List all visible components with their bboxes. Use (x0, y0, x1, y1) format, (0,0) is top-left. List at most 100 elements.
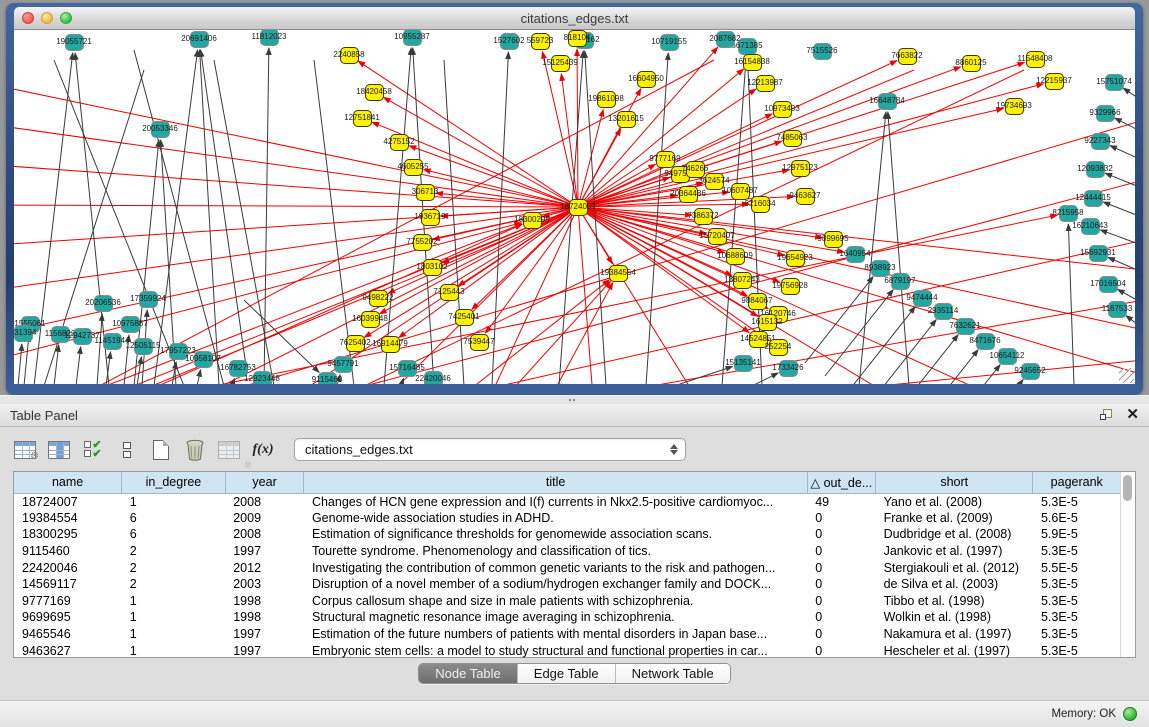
table-select[interactable]: citations_edges.txt (294, 438, 686, 461)
graph-node[interactable]: 7632621 (956, 318, 975, 335)
graph-node[interactable]: 9457791 (334, 356, 353, 373)
table-row[interactable]: 946554611997Estimation of the future num… (14, 626, 1120, 643)
table-row[interactable]: 946362711997Embryonic stem cells: a mode… (14, 642, 1120, 659)
zoom-window-icon[interactable] (60, 12, 72, 24)
column-header[interactable]: year (225, 472, 304, 493)
graph-node[interactable]: 9498222 (369, 290, 388, 307)
graph-node[interactable]: 20206536 (94, 295, 113, 312)
graph-node[interactable]: 3624574 (705, 173, 724, 190)
graph-node[interactable]: 7755202 (413, 234, 432, 251)
graph-node[interactable]: 12942737 (73, 328, 92, 345)
graph-node[interactable]: 7515526 (813, 43, 832, 60)
row-stack-icon[interactable] (110, 435, 144, 465)
close-window-icon[interactable] (22, 12, 34, 24)
graph-node[interactable]: 10958107 (194, 351, 213, 368)
graph-node[interactable]: 1615132 (758, 314, 777, 331)
graph-node[interactable]: 16648784 (878, 93, 897, 110)
graph-node[interactable]: 10975887 (121, 316, 140, 333)
graph-node[interactable]: 306713 (416, 184, 435, 201)
delete-icon[interactable] (178, 435, 212, 465)
graph-node[interactable]: 6216034 (751, 196, 770, 213)
splitter-grip-icon[interactable] (568, 398, 576, 403)
graph-node[interactable]: 15751074 (1105, 74, 1124, 91)
graph-node[interactable]: 20691406 (190, 31, 209, 48)
graph-node[interactable]: 16154838 (743, 54, 762, 71)
graph-node[interactable]: 15720407 (708, 228, 727, 245)
graph-node[interactable]: 15125439 (551, 55, 570, 72)
graph-node[interactable]: 22420046 (424, 371, 443, 385)
graph-node[interactable]: 1640954 (846, 246, 865, 263)
graph-node[interactable]: 10654112 (998, 348, 1017, 365)
tab-node-table[interactable]: Node Table (419, 664, 518, 683)
graph-node[interactable]: 17016504 (1099, 276, 1118, 293)
graph-node[interactable]: 20053346 (151, 121, 170, 138)
graph-node[interactable]: 9463627 (796, 188, 815, 205)
table-scrollbar[interactable] (1120, 472, 1134, 657)
graph-node[interactable]: 7425401 (455, 309, 474, 326)
column-header[interactable]: △ out_de... (807, 472, 875, 493)
table-row[interactable]: 977716911998Corpus callosum shape and si… (14, 593, 1120, 610)
graph-node[interactable]: 19734693 (1005, 98, 1024, 115)
graph-node[interactable]: 12093832 (1086, 161, 1105, 178)
graph-node[interactable]: 2240858 (340, 47, 359, 64)
graph-node[interactable]: 19756928 (781, 278, 800, 295)
graph-node[interactable]: 9329966 (1096, 105, 1115, 122)
graph-node[interactable]: 19654923 (786, 250, 805, 267)
select-columns-icon[interactable]: ✔✔ (76, 435, 110, 465)
graph-node[interactable]: 9115460 (318, 372, 337, 385)
graph-node[interactable]: 10607487 (731, 183, 750, 200)
graph-node[interactable]: 13201615 (617, 111, 636, 128)
table-row[interactable]: 1830029562008Estimation of significance … (14, 526, 1120, 543)
graph-node[interactable]: 7386372 (694, 208, 713, 225)
graph-node[interactable]: 15692931 (1089, 245, 1108, 262)
table-row[interactable]: 2242004622012Investigating the contribut… (14, 559, 1120, 576)
graph-node[interactable]: 7625402 (346, 335, 365, 352)
tab-edge-table[interactable]: Edge Table (518, 664, 616, 683)
graph-node[interactable]: 1167533 (1108, 301, 1127, 318)
graph-node[interactable]: 12444415 (1084, 190, 1103, 207)
graph-node[interactable]: 19055721 (65, 34, 84, 51)
graph-node[interactable]: 8471676 (976, 333, 995, 350)
graph-node[interactable]: 9474444 (913, 290, 932, 307)
graph-node[interactable]: 8860125 (962, 55, 981, 72)
table-row[interactable]: 911546021997Tourette syndrome. Phenomeno… (14, 543, 1120, 560)
graph-node[interactable]: 11451944 (103, 333, 122, 350)
graph-node[interactable]: 16039948 (361, 311, 380, 328)
graph-node[interactable]: 16210643 (1081, 218, 1100, 235)
show-column-icon[interactable] (42, 435, 76, 465)
column-header[interactable]: in_degree (122, 472, 226, 493)
new-file-icon[interactable] (144, 435, 178, 465)
memory-status-icon[interactable] (1123, 707, 1137, 721)
graph-node[interactable]: 12975123 (791, 160, 810, 177)
graph-node[interactable]: 10973493 (773, 101, 792, 118)
graph-node[interactable]: 1936719 (421, 209, 440, 226)
graph-node[interactable]: 11548408 (1026, 51, 1045, 68)
table-row[interactable]: 1938455462009Genome-wide association stu… (14, 510, 1120, 527)
graph-node[interactable]: 9884067 (748, 293, 767, 310)
graph-node[interactable]: 19861098 (597, 91, 616, 108)
resize-grip-icon[interactable] (1119, 368, 1134, 383)
scrollbar-thumb[interactable] (1123, 475, 1132, 501)
panel-splitter[interactable] (0, 395, 1149, 404)
graph-node[interactable]: 12751841 (353, 110, 372, 127)
graph-node[interactable]: 9245652 (1021, 363, 1040, 380)
graph-node[interactable]: 331394 (14, 325, 33, 342)
column-header[interactable]: pagerank (1033, 472, 1120, 493)
float-panel-icon[interactable] (1100, 409, 1114, 422)
graph-node[interactable]: 11812023 (260, 30, 279, 46)
graph-node[interactable]: 1803102 (423, 259, 442, 276)
graph-node[interactable]: 746266 (686, 161, 705, 178)
graph-node[interactable]: 12923448 (253, 371, 272, 385)
graph-node[interactable]: 4605255 (404, 159, 423, 176)
graph-node[interactable]: 16604950 (637, 71, 656, 88)
column-header[interactable]: title (304, 472, 807, 493)
column-header[interactable]: short (876, 472, 1033, 493)
graph-node[interactable]: 8215958 (1059, 205, 1078, 222)
graph-node[interactable]: 8938923 (871, 260, 890, 277)
graph-node[interactable]: 6879197 (891, 273, 910, 290)
graph-node[interactable]: 1527602 (500, 33, 519, 50)
graph-node[interactable]: 9227343 (1091, 133, 1110, 150)
graph-node[interactable]: 16914479 (381, 336, 400, 353)
column-header[interactable]: name (14, 472, 122, 493)
graph-node[interactable]: 252254 (769, 339, 788, 356)
